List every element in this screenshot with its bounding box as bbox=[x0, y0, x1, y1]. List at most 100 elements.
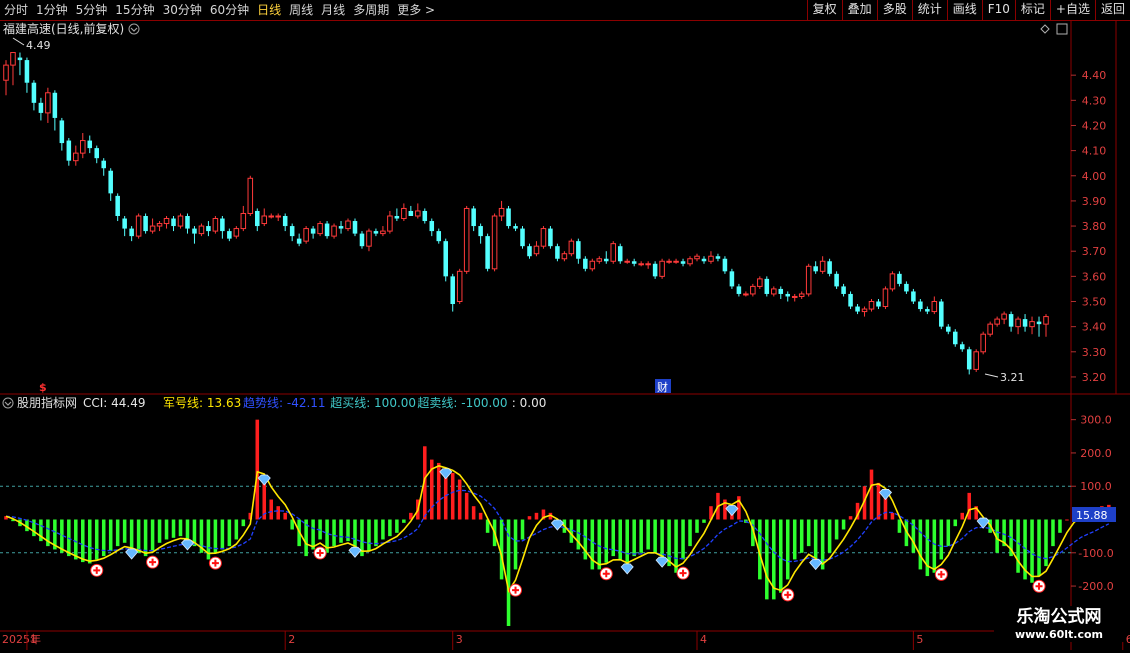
period-tab-6[interactable]: 日线 bbox=[253, 0, 285, 20]
toolbar-button-7[interactable]: +自选 bbox=[1049, 0, 1095, 20]
candle-body bbox=[659, 260, 665, 277]
cci-bar bbox=[255, 419, 260, 520]
kline-chart-svg[interactable]: 福建高速(日线,前复权) 4.40 4.30 4.20 4.10 4.00 3.90 3.8… bbox=[0, 21, 1130, 650]
candle-body bbox=[520, 228, 525, 247]
candle-body bbox=[73, 152, 79, 162]
period-tabs: 分时 1分钟 5分钟 15分钟 30分钟 60分钟 日线 周线 月线 多周期 更多 > bbox=[0, 0, 439, 20]
candle-body bbox=[1001, 313, 1007, 320]
period-tab-10[interactable]: 更多 > bbox=[393, 0, 439, 20]
candle-body bbox=[911, 291, 916, 302]
candle bbox=[548, 226, 553, 249]
candle-body bbox=[666, 260, 672, 263]
candle bbox=[540, 226, 547, 249]
cci-bar bbox=[87, 519, 92, 564]
period-tab-5[interactable]: 60分钟 bbox=[206, 0, 253, 20]
cci-bar bbox=[450, 472, 455, 520]
period-tab-3[interactable]: 15分钟 bbox=[111, 0, 158, 20]
candle-body bbox=[408, 210, 414, 216]
stock-title: 福建高速(日线,前复权) bbox=[3, 21, 124, 36]
cci-bar bbox=[827, 519, 832, 553]
candle-body bbox=[478, 226, 483, 237]
candle bbox=[848, 291, 853, 310]
candle-body bbox=[491, 215, 498, 270]
candle-body bbox=[876, 301, 881, 307]
candle-body bbox=[715, 256, 721, 259]
period-tab-2[interactable]: 5分钟 bbox=[72, 0, 112, 20]
candle-body bbox=[94, 148, 100, 159]
toolbar-button-4[interactable]: 画线 bbox=[946, 0, 982, 20]
cci-bar bbox=[178, 519, 183, 537]
candle bbox=[352, 218, 358, 237]
candle-body bbox=[115, 195, 120, 216]
candle bbox=[135, 213, 142, 239]
toolbar-button-0[interactable]: 复权 bbox=[806, 0, 842, 20]
candle-body bbox=[966, 349, 972, 370]
cci-bar bbox=[778, 519, 783, 593]
toolbar-button-8[interactable]: 返回 bbox=[1094, 0, 1130, 20]
candle-body bbox=[994, 318, 1000, 325]
candle-body bbox=[38, 102, 44, 113]
indicator-legend-item: : 0.00 bbox=[512, 396, 547, 410]
candle-body bbox=[513, 226, 518, 229]
candle-body bbox=[771, 288, 777, 295]
cci-bar bbox=[653, 519, 657, 553]
toolbar-button-1[interactable]: 叠加 bbox=[841, 0, 877, 20]
indicator-name: 股朋指标网 bbox=[17, 395, 77, 410]
candle bbox=[889, 271, 896, 292]
candle-body bbox=[1015, 318, 1021, 328]
toolbar-button-5[interactable]: F10 bbox=[981, 0, 1015, 20]
cci-bar bbox=[234, 519, 239, 540]
candle-body bbox=[338, 226, 344, 229]
toolbar-buttons: 复权 叠加 多股 统计 画线 F10 标记 +自选 返回 bbox=[806, 0, 1130, 20]
candle-body bbox=[450, 276, 455, 305]
candle-body bbox=[527, 246, 532, 257]
toolbar-button-3[interactable]: 统计 bbox=[911, 0, 947, 20]
buy-plus-icon bbox=[313, 546, 327, 560]
cci-bar bbox=[185, 519, 190, 540]
cci-bar bbox=[339, 519, 343, 543]
price-tick-label: 4.30 bbox=[1082, 94, 1107, 107]
price-tick-label: 3.50 bbox=[1082, 296, 1107, 309]
period-tab-8[interactable]: 月线 bbox=[317, 0, 349, 20]
price-tick-label: 3.40 bbox=[1082, 321, 1107, 334]
candle bbox=[652, 261, 658, 279]
candle-body bbox=[1043, 316, 1049, 325]
candle bbox=[973, 349, 979, 372]
candle-body bbox=[373, 231, 379, 234]
cci-bar bbox=[618, 519, 622, 560]
candle-body bbox=[80, 140, 86, 154]
finance-marker[interactable]: 财 bbox=[657, 380, 668, 394]
candle-body bbox=[198, 225, 205, 235]
cci-bar bbox=[311, 519, 315, 550]
toolbar-button-6[interactable]: 标记 bbox=[1014, 0, 1050, 20]
month-label: 6 bbox=[1126, 633, 1130, 646]
cci-bar bbox=[590, 519, 595, 570]
buy-plus-icon bbox=[676, 566, 690, 580]
candle-body bbox=[1022, 319, 1028, 327]
candle-body bbox=[743, 293, 749, 296]
candle-body bbox=[889, 273, 896, 290]
candle-body bbox=[24, 60, 30, 83]
cci-bar bbox=[122, 519, 127, 543]
period-tab-7[interactable]: 周线 bbox=[285, 0, 317, 20]
price-tick-label: 4.40 bbox=[1082, 69, 1107, 82]
dividend-marker[interactable]: $ bbox=[39, 381, 47, 394]
cci-bar bbox=[765, 519, 769, 600]
buy-plus-icon bbox=[781, 588, 795, 602]
candle-body bbox=[415, 210, 421, 217]
period-tab-1[interactable]: 1分钟 bbox=[32, 0, 72, 20]
period-tab-9[interactable]: 多周期 bbox=[349, 0, 393, 20]
buy-plus-icon bbox=[146, 555, 160, 569]
candle-body bbox=[317, 223, 323, 235]
cci-bar bbox=[157, 519, 162, 543]
period-tab-4[interactable]: 30分钟 bbox=[159, 0, 206, 20]
period-tab-0[interactable]: 分时 bbox=[0, 0, 32, 20]
candle-body bbox=[939, 301, 944, 327]
candle-body bbox=[129, 228, 134, 237]
price-tick-label: 3.70 bbox=[1082, 245, 1107, 258]
candle bbox=[359, 231, 365, 249]
candle-body bbox=[583, 258, 588, 269]
candle-body bbox=[1036, 321, 1042, 325]
toolbar-button-2[interactable]: 多股 bbox=[876, 0, 912, 20]
candle-body bbox=[108, 170, 113, 194]
